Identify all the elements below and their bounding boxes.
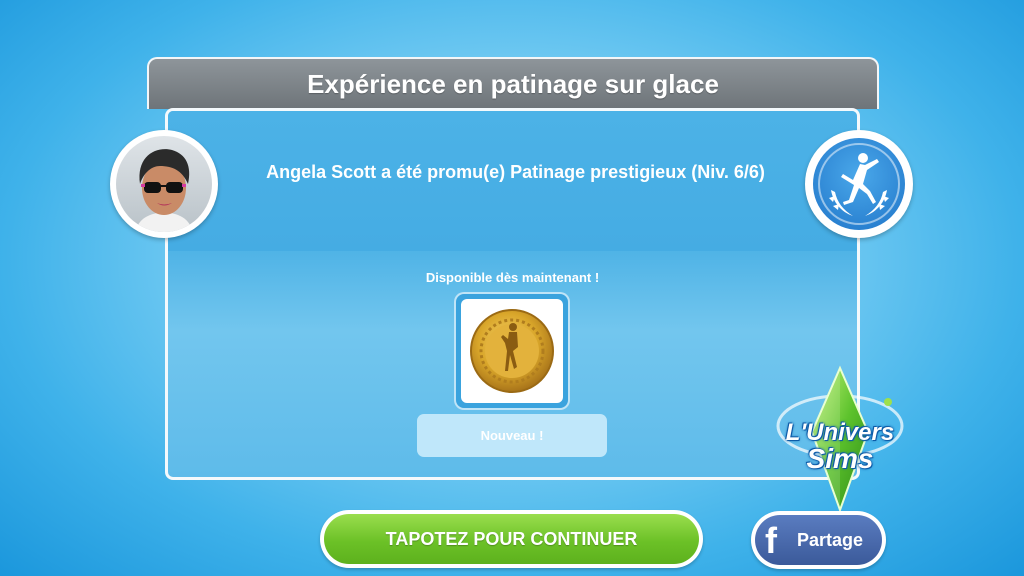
game-logo: L'Univers Sims <box>776 420 904 474</box>
gold-skater-medal-icon <box>470 309 554 393</box>
ice-skating-badge <box>805 130 913 238</box>
available-now-label: Disponible dès maintenant ! <box>425 270 600 285</box>
reward-item[interactable] <box>456 294 568 408</box>
promotion-message: Angela Scott a été promu(e) Patinage pre… <box>266 162 765 182</box>
dialog-header: Expérience en patinage sur glace <box>147 57 879 109</box>
continue-button[interactable]: TAPOTEZ POUR CONTINUER <box>320 510 703 568</box>
facebook-icon: f <box>765 520 777 561</box>
sim-avatar <box>110 130 218 238</box>
reward-card <box>461 299 563 403</box>
share-button-label: Partage <box>797 529 864 550</box>
logo-line2: Sims <box>806 443 874 474</box>
dialog-title: Expérience en patinage sur glace <box>307 68 719 99</box>
new-badge: Nouveau ! <box>417 414 607 457</box>
continue-button-label: TAPOTEZ POUR CONTINUER <box>324 514 699 564</box>
ice-skating-hobby-icon <box>813 138 905 230</box>
facebook-share-button[interactable]: f Partage <box>751 511 886 569</box>
sim-avatar-icon <box>116 136 212 232</box>
